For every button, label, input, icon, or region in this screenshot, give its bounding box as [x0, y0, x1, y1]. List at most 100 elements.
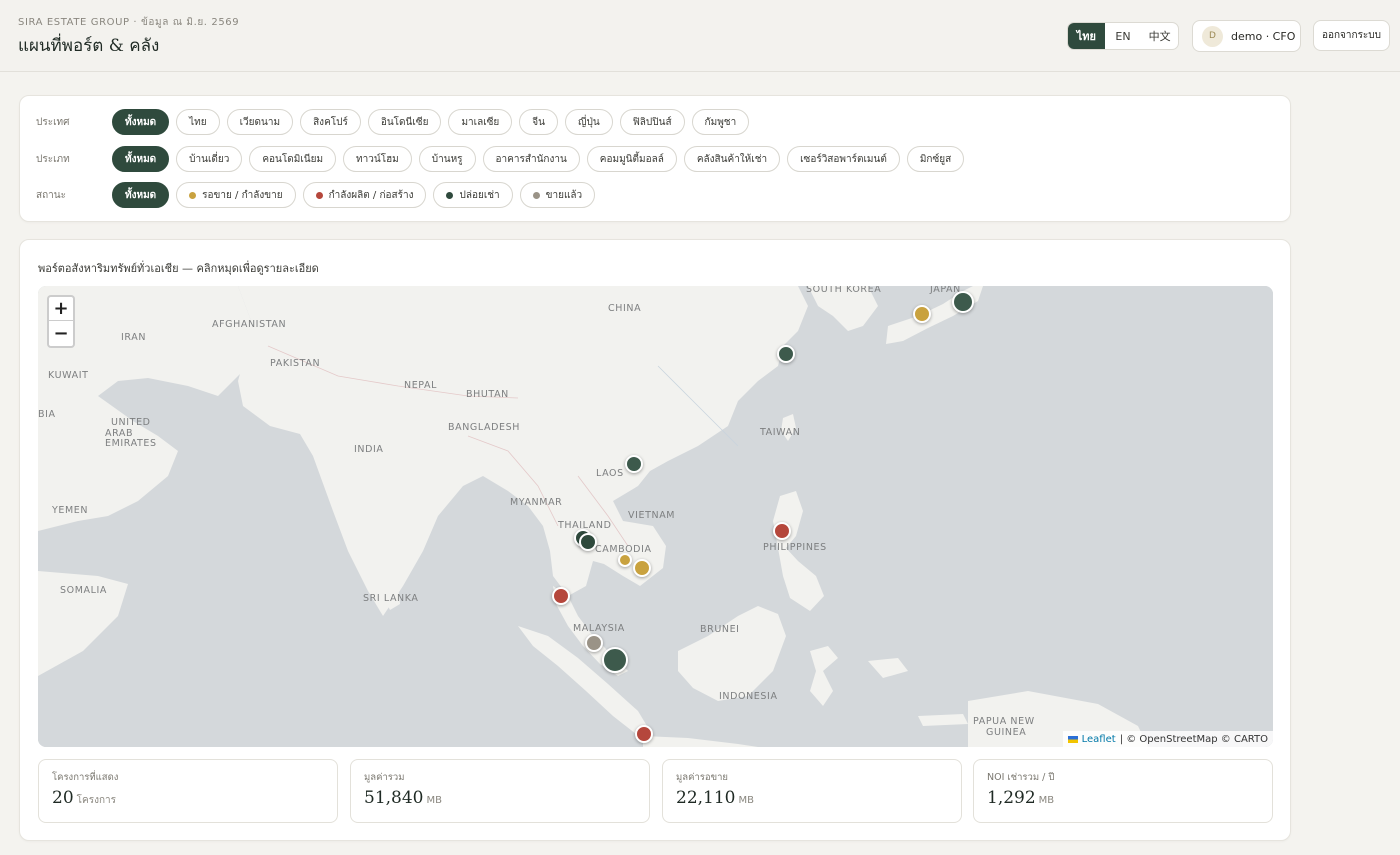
- logout-button[interactable]: ออกจากระบบ: [1313, 20, 1390, 51]
- zoom-control: + −: [47, 295, 75, 348]
- status-filter-label: สถานะ: [36, 189, 66, 201]
- map-country-label: SOMALIA: [60, 585, 107, 596]
- lang-thai-button[interactable]: ไทย: [1068, 23, 1105, 49]
- type-chip[interactable]: บ้านหรู: [418, 146, 476, 172]
- country-chip-label: อินโดนีเซีย: [380, 116, 429, 128]
- type-chip[interactable]: คอนโดมิเนียม: [249, 146, 337, 172]
- map-country-label: GUINEA: [986, 727, 1027, 738]
- map-pin-icon[interactable]: [602, 647, 628, 673]
- status-chip[interactable]: ปล่อยเช่า: [433, 182, 513, 208]
- country-chip[interactable]: เวียดนาม: [226, 109, 294, 135]
- map-country-label: AFGHANISTAN: [212, 319, 287, 330]
- country-chip-label: เวียดนาม: [239, 116, 281, 128]
- map-pin-icon[interactable]: [552, 587, 570, 605]
- stat-total-value: มูลค่ารวม 51,840 MB: [350, 759, 650, 823]
- status-dot-icon: [315, 191, 323, 199]
- map-country-label: LAOS: [596, 468, 624, 479]
- type-chip-label: คอนโดมิเนียม: [262, 153, 324, 165]
- type-chip[interactable]: เซอร์วิสอพาร์ตเมนต์: [787, 146, 900, 172]
- map-country-label: SOUTH KOREA: [806, 286, 882, 295]
- map-country-label: VIETNAM: [628, 510, 676, 521]
- type-chip[interactable]: ทาวน์โฮม: [343, 146, 412, 172]
- country-chip[interactable]: ทั้งหมด: [112, 109, 170, 135]
- map-pin-icon[interactable]: [777, 345, 795, 363]
- map-pin-icon[interactable]: [579, 533, 597, 551]
- type-chip-label: คอมมูนิตี้มอลล์: [599, 153, 664, 165]
- country-chip[interactable]: จีน: [519, 109, 558, 135]
- type-chip-label: คลังสินค้าให้เช่า: [696, 153, 768, 165]
- map-country-label: NEPAL: [404, 380, 438, 391]
- stat-value: 20 โครงการ: [52, 788, 116, 808]
- status-chip-label: รอขาย / กำลังขาย: [202, 189, 283, 201]
- status-chip-label: กำลังผลิต / ก่อสร้าง: [328, 189, 414, 201]
- status-dot-icon: [446, 191, 454, 199]
- map-pin-icon[interactable]: [633, 559, 651, 577]
- type-chip[interactable]: คอมมูนิตี้มอลล์: [586, 146, 677, 172]
- map-title: พอร์ตอสังหาริมทรัพย์ทั่วเอเชีย — คลิกหมุ…: [38, 262, 319, 275]
- page-title: แผนที่พอร์ต & คลัง: [18, 36, 160, 56]
- map-pin-icon[interactable]: [913, 305, 931, 323]
- map-pin-icon[interactable]: [773, 522, 791, 540]
- type-chip-label: เซอร์วิสอพาร์ตเมนต์: [800, 153, 887, 165]
- language-switcher: ไทย EN 中文: [1067, 22, 1179, 50]
- map-pin-icon[interactable]: [585, 634, 603, 652]
- map-country-label: PAKISTAN: [270, 358, 321, 369]
- country-chip[interactable]: มาเลเซีย: [448, 109, 513, 135]
- stat-label: มูลค่ารอขาย: [676, 772, 728, 783]
- type-chip[interactable]: บ้านเดี่ยว: [176, 146, 243, 172]
- map-country-label: MYANMAR: [510, 497, 563, 508]
- country-chip-label: ไทย: [189, 116, 207, 128]
- type-chip[interactable]: คลังสินค้าให้เช่า: [683, 146, 781, 172]
- type-filter-label: ประเภท: [36, 153, 70, 165]
- map-country-label: INDONESIA: [719, 691, 778, 702]
- type-chip-label: ทาวน์โฮม: [356, 153, 399, 165]
- ukraine-flag-icon: [1067, 735, 1078, 743]
- map-pin-icon[interactable]: [952, 291, 974, 313]
- portfolio-map[interactable]: CHINA SOUTH KOREA JAPAN AFGHANISTAN IRAN PAKI…: [38, 286, 1273, 747]
- status-chip[interactable]: ขายแล้ว: [519, 182, 596, 208]
- country-chip[interactable]: อินโดนีเซีย: [367, 109, 442, 135]
- country-chip-label: ญี่ปุ่น: [577, 116, 600, 128]
- stat-unsold-value: มูลค่ารอขาย 22,110 MB: [662, 759, 962, 823]
- type-chip[interactable]: อาคารสำนักงาน: [482, 146, 580, 172]
- leaflet-link[interactable]: Leaflet: [1082, 734, 1116, 745]
- map-country-label: KUWAIT: [48, 370, 89, 381]
- map-country-label: BRUNEI: [700, 624, 740, 635]
- country-chip[interactable]: กัมพูชา: [691, 109, 750, 135]
- stat-label: โครงการที่แสดง: [52, 772, 119, 783]
- map-pin-icon[interactable]: [635, 725, 653, 743]
- avatar: D: [1202, 25, 1223, 47]
- map-country-label: EMIRATES: [105, 438, 157, 449]
- country-chip[interactable]: ไทย: [176, 109, 220, 135]
- type-chips: ทั้งหมด บ้านเดี่ยว คอนโดมิเนียม ทาวน์โฮม บ้า…: [112, 146, 965, 172]
- status-chip[interactable]: ทั้งหมด: [112, 182, 170, 208]
- map-country-label: IRAN: [121, 332, 147, 343]
- stat-label: มูลค่ารวม: [364, 772, 405, 783]
- stat-projects: โครงการที่แสดง 20 โครงการ: [38, 759, 338, 823]
- type-chip-label: บ้านหรู: [431, 153, 463, 165]
- status-chip[interactable]: รอขาย / กำลังขาย: [176, 182, 296, 208]
- map-pin-icon[interactable]: [618, 553, 632, 567]
- map-country-label: PAPUA NEW: [973, 716, 1035, 727]
- status-chip-label: ขายแล้ว: [545, 189, 583, 201]
- zoom-in-button[interactable]: +: [49, 297, 73, 321]
- type-chip[interactable]: มิกซ์ยูส: [906, 146, 965, 172]
- attribution-text: | © OpenStreetMap © CARTO: [1119, 733, 1268, 745]
- map-country-label: UNITED: [111, 417, 151, 428]
- map-attribution: Leaflet | © OpenStreetMap © CARTO: [1062, 731, 1273, 747]
- lang-zh-button[interactable]: 中文: [1141, 23, 1178, 49]
- status-dot-icon: [532, 191, 540, 199]
- zoom-out-button[interactable]: −: [49, 321, 73, 345]
- user-menu[interactable]: D demo · CFO: [1192, 20, 1301, 52]
- type-chip-label: มิกซ์ยูส: [919, 153, 952, 165]
- country-chip-label: สิงคโปร์: [313, 116, 348, 128]
- country-chip[interactable]: สิงคโปร์: [300, 109, 361, 135]
- lang-en-button[interactable]: EN: [1105, 23, 1142, 49]
- status-dot-icon: [189, 191, 197, 199]
- type-chip[interactable]: ทั้งหมด: [112, 146, 170, 172]
- country-chip[interactable]: ญี่ปุ่น: [564, 109, 613, 135]
- map-pin-icon[interactable]: [625, 455, 643, 473]
- stat-value: 1,292 MB: [987, 788, 1055, 808]
- country-chip[interactable]: ฟิลิปปินส์: [619, 109, 685, 135]
- status-chip[interactable]: กำลังผลิต / ก่อสร้าง: [302, 182, 427, 208]
